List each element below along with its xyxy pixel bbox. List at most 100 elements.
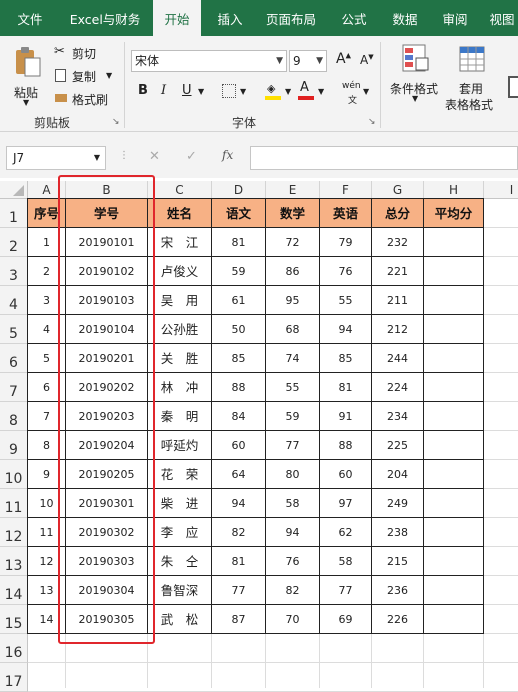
enter-icon[interactable]: ✓ [186,149,197,164]
table-cell[interactable] [424,576,484,605]
table-cell[interactable]: 82 [266,576,320,605]
table-cell[interactable]: 212 [372,315,424,344]
table-cell[interactable]: 74 [266,344,320,373]
font-color-dropdown-icon[interactable]: ▼ [318,87,324,96]
fill-color-button[interactable]: ◈ [264,82,282,100]
formula-input[interactable] [250,146,518,170]
table-cell[interactable]: 84 [212,402,266,431]
column-header-g[interactable]: G [372,181,424,199]
header-cell[interactable]: 数学 [266,199,320,228]
table-cell[interactable] [424,489,484,518]
font-color-button[interactable]: A [297,80,315,100]
table-cell[interactable] [424,344,484,373]
table-cell[interactable]: 关 胜 [148,344,212,373]
header-cell[interactable]: 英语 [320,199,372,228]
font-launcher-icon[interactable]: ↘ [368,117,376,127]
column-header-f[interactable]: F [320,181,372,199]
table-cell[interactable]: 55 [320,286,372,315]
table-cell[interactable]: 76 [320,257,372,286]
table-cell[interactable] [424,547,484,576]
underline-button[interactable]: U [182,83,192,98]
row-header-13[interactable]: 13 [0,547,28,576]
table-cell[interactable]: 234 [372,402,424,431]
table-cell[interactable]: 249 [372,489,424,518]
row-header-3[interactable]: 3 [0,257,28,286]
row-header-7[interactable]: 7 [0,373,28,402]
table-cell[interactable]: 60 [320,460,372,489]
tab-data[interactable]: 数据 [382,0,428,36]
name-box[interactable]: J7 ▼ [6,146,106,170]
font-size-combo[interactable]: 9 ▼ [289,50,327,72]
table-cell[interactable]: 秦 明 [148,402,212,431]
table-cell[interactable]: 77 [266,431,320,460]
table-cell[interactable]: 87 [212,605,266,634]
row-header-8[interactable]: 8 [0,402,28,431]
column-header-e[interactable]: E [266,181,320,199]
table-cell[interactable]: 花 荣 [148,460,212,489]
table-cell[interactable]: 86 [266,257,320,286]
table-cell[interactable]: 吴 用 [148,286,212,315]
table-cell[interactable]: 64 [212,460,266,489]
table-cell[interactable]: 236 [372,576,424,605]
bold-button[interactable]: B [138,83,148,98]
borders-button[interactable] [222,84,236,98]
underline-dropdown-icon[interactable]: ▼ [198,87,204,96]
table-cell[interactable]: 225 [372,431,424,460]
row-header-16[interactable]: 16 [0,634,28,663]
cell-styles-button[interactable] [508,76,518,98]
tab-view[interactable]: 视图 [482,0,518,36]
table-cell[interactable]: 81 [212,547,266,576]
column-header-i[interactable]: I [484,181,518,199]
table-cell[interactable]: 97 [320,489,372,518]
format-painter-button[interactable]: 格式刷 [54,90,118,108]
table-cell[interactable]: 朱 仝 [148,547,212,576]
clipboard-launcher-icon[interactable]: ↘ [112,117,120,127]
table-cell[interactable]: 61 [212,286,266,315]
row-header-9[interactable]: 9 [0,431,28,460]
table-cell[interactable]: 91 [320,402,372,431]
table-cell[interactable]: 60 [212,431,266,460]
table-cell[interactable]: 55 [266,373,320,402]
table-cell[interactable]: 81 [212,228,266,257]
table-cell[interactable]: 宋 江 [148,228,212,257]
row-header-11[interactable]: 11 [0,489,28,518]
row-header-5[interactable]: 5 [0,315,28,344]
table-cell[interactable]: 77 [212,576,266,605]
table-cell[interactable]: 62 [320,518,372,547]
chevron-down-icon[interactable]: ▼ [316,51,323,71]
table-cell[interactable]: 卢俊义 [148,257,212,286]
chevron-down-icon[interactable]: ▼ [94,147,100,169]
phonetic-dropdown-icon[interactable]: ▼ [363,87,369,96]
shrink-font-button[interactable]: A▼ [360,53,374,67]
table-cell[interactable]: 85 [212,344,266,373]
table-cell[interactable]: 58 [320,547,372,576]
tab-home[interactable]: 开始 [153,0,201,37]
table-cell[interactable]: 224 [372,373,424,402]
table-cell[interactable]: 公孙胜 [148,315,212,344]
row-header-12[interactable]: 12 [0,518,28,547]
row-header-10[interactable]: 10 [0,460,28,489]
row-header-14[interactable]: 14 [0,576,28,605]
table-cell[interactable]: 59 [212,257,266,286]
table-cell[interactable]: 215 [372,547,424,576]
table-cell[interactable]: 211 [372,286,424,315]
copy-button[interactable]: 复制 ▼ [54,67,120,85]
table-cell[interactable] [424,228,484,257]
row-header-15[interactable]: 15 [0,605,28,634]
table-cell[interactable] [424,431,484,460]
italic-button[interactable]: I [161,83,166,98]
phonetic-button[interactable]: wén [342,81,361,91]
table-cell[interactable]: 80 [266,460,320,489]
paste-button[interactable]: 粘贴 ▼ [10,44,48,108]
row-header-4[interactable]: 4 [0,286,28,315]
table-cell[interactable]: 94 [266,518,320,547]
table-cell[interactable]: 鲁智深 [148,576,212,605]
table-cell[interactable]: 武 松 [148,605,212,634]
table-cell[interactable]: 77 [320,576,372,605]
chevron-down-icon[interactable]: ▼ [276,51,283,71]
table-cell[interactable]: 59 [266,402,320,431]
table-cell[interactable]: 88 [320,431,372,460]
font-name-combo[interactable]: 宋体 ▼ [131,50,287,72]
table-cell[interactable]: 88 [212,373,266,402]
row-header-6[interactable]: 6 [0,344,28,373]
